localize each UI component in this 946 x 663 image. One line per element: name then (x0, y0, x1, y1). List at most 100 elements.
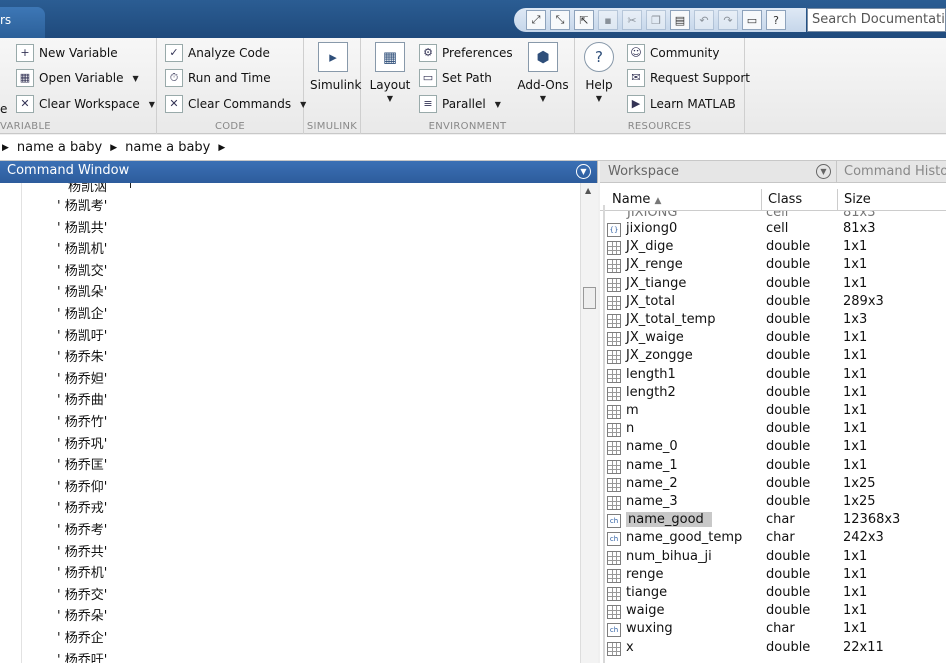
help-icon[interactable]: ? (766, 10, 786, 30)
output-line: ' 杨乔巩' (57, 436, 108, 452)
panel-actions-icon[interactable]: ▼ (576, 164, 591, 179)
column-divider[interactable] (761, 189, 762, 211)
chevron-right-icon[interactable]: ▶ (218, 143, 225, 153)
table-row[interactable]: name_2 double 1x25 (600, 476, 946, 494)
copy-icon[interactable]: ❐ (646, 10, 666, 30)
help-button[interactable]: ? Help ▼ (581, 42, 617, 103)
table-row[interactable]: name_0 double 1x1 (600, 439, 946, 457)
save-icon[interactable]: ▪ (598, 10, 618, 30)
variable-class: double (766, 475, 811, 491)
variable-size: 1x25 (843, 494, 876, 509)
matrix-icon (607, 423, 621, 438)
new-variable-button[interactable]: + New Variable (16, 44, 118, 62)
clipped-label: e (0, 102, 8, 116)
variable-size: 1x1 (843, 384, 868, 400)
export-icon[interactable]: ⇱ (574, 10, 594, 30)
search-documentation-input[interactable]: Search Documentation (807, 8, 946, 32)
output-line: ' 杨乔共' (57, 544, 108, 560)
community-button[interactable]: ☺ Community (627, 44, 719, 62)
undo-icon[interactable]: ↶ (694, 10, 714, 30)
output-line: ' 杨乔交' (57, 587, 108, 603)
table-row[interactable]: tiange double 1x1 (600, 585, 946, 603)
table-row[interactable]: m double 1x1 (600, 403, 946, 421)
paste-icon[interactable]: ▤ (670, 10, 690, 30)
table-row[interactable]: length2 double 1x1 (600, 385, 946, 403)
table-row[interactable]: {} jixiong0 cell 81x3 (600, 221, 946, 239)
table-row[interactable]: n double 1x1 (600, 421, 946, 439)
matrix-icon (607, 241, 621, 256)
gear-icon: ⚙ (419, 44, 437, 62)
table-row[interactable]: ch name_good_temp char 242x3 (600, 530, 946, 548)
simulink-button[interactable]: ▸ Simulink (310, 42, 361, 92)
command-window-scrollbar[interactable]: ▲ (580, 183, 598, 663)
variable-size: 22x11 (843, 639, 884, 655)
variable-name: x (626, 639, 634, 655)
clear-workspace-button[interactable]: ✕ Clear Workspace ▼ (16, 95, 155, 113)
table-row[interactable]: JX_waige double 1x1 (600, 330, 946, 348)
tab-workspace[interactable]: Workspace ▼ (600, 161, 837, 183)
table-row[interactable]: JX_total double 289x3 (600, 294, 946, 312)
table-row[interactable]: length1 double 1x1 (600, 367, 946, 385)
variable-name: JX_total (626, 293, 675, 309)
table-row[interactable]: ch name_good char 12368x3 (600, 512, 946, 530)
tab-plots[interactable]: rs (0, 7, 45, 38)
table-row[interactable]: renge double 1x1 (600, 567, 946, 585)
redo-icon[interactable]: ↷ (718, 10, 738, 30)
set-path-button[interactable]: ▭ Set Path (419, 69, 492, 87)
scrollbar-thumb[interactable] (583, 287, 596, 309)
table-row[interactable]: JX_dige double 1x1 (600, 239, 946, 257)
table-row[interactable]: x double 22x11 (600, 640, 946, 658)
variable-size: 1x1 (843, 621, 868, 637)
scroll-up-icon[interactable]: ▲ (585, 186, 591, 195)
dropdown-icon: ▼ (595, 94, 603, 103)
column-header-name[interactable]: Name ▲ (612, 192, 661, 207)
dropdown-icon: ▼ (494, 99, 501, 109)
analyze-code-button[interactable]: ✓ Analyze Code (165, 44, 270, 62)
output-line: ' 杨乔企' (57, 631, 108, 646)
text-cursor (130, 183, 131, 188)
table-row[interactable]: name_3 double 1x25 (600, 494, 946, 512)
splitter[interactable] (603, 205, 605, 663)
community-icon: ☺ (627, 44, 645, 62)
simulink-icon: ▸ (318, 42, 348, 72)
table-row[interactable]: JX_zongge double 1x1 (600, 348, 946, 366)
expand-icon[interactable]: ⤢ (526, 10, 546, 30)
output-line: ' 杨乔朵' (57, 609, 108, 625)
table-row[interactable]: JX_total_temp double 1x3 (600, 312, 946, 330)
column-header-class[interactable]: Class (768, 192, 802, 207)
tab-command-history[interactable]: Command History (838, 161, 946, 183)
variable-name: name_good_temp (626, 530, 743, 546)
open-variable-button[interactable]: ▦ Open Variable ▼ (16, 69, 139, 87)
table-row[interactable]: waige double 1x1 (600, 603, 946, 621)
run-and-time-button[interactable]: ⏱ Run and Time (165, 69, 271, 87)
collapse-icon[interactable]: ⤡ (550, 10, 570, 30)
add-ons-button[interactable]: ⬢ Add-Ons ▼ (515, 42, 571, 103)
column-header-size[interactable]: Size (844, 192, 871, 207)
panel-actions-icon[interactable]: ▼ (816, 164, 831, 179)
parallel-button[interactable]: ≡ Parallel ▼ (419, 95, 501, 113)
preferences-button[interactable]: ⚙ Preferences (419, 44, 513, 62)
switch-windows-icon[interactable]: ▭ (742, 10, 762, 30)
table-row[interactable]: name_1 double 1x1 (600, 458, 946, 476)
breadcrumb-item[interactable]: name a baby (125, 140, 210, 155)
toolstrip-tabbar: rs ⤢ ⤡ ⇱ ▪ ✂ ❐ ▤ ↶ ↷ ▭ ? Search Document… (0, 0, 946, 38)
table-row[interactable]: num_bihua_ji double 1x1 (600, 549, 946, 567)
column-divider[interactable] (837, 189, 838, 211)
clear-commands-button[interactable]: ✕ Clear Commands ▼ (165, 95, 306, 113)
add-ons-icon: ⬢ (528, 42, 558, 72)
layout-button[interactable]: ▦ Layout ▼ (367, 42, 413, 103)
toolstrip-ribbon: e + New Variable ▦ Open Variable ▼ ✕ Clea… (0, 38, 946, 134)
variable-name: JX_total_temp (626, 312, 716, 327)
learn-matlab-button[interactable]: ▶ Learn MATLAB (627, 95, 736, 113)
table-row[interactable]: JX_tiange double 1x1 (600, 276, 946, 294)
table-row[interactable]: ch wuxing char 1x1 (600, 621, 946, 639)
cut-icon[interactable]: ✂ (622, 10, 642, 30)
output-line: ' 杨凯共' (57, 220, 108, 236)
chevron-right-icon[interactable]: ▶ (110, 143, 117, 153)
variable-name: renge (626, 566, 664, 582)
command-window-output[interactable]: 杨凯汹 ' 杨凯考' ' 杨凯共' ' 杨凯机' ' 杨凯交' ' 杨凯朵' ' 杨凯企'… (0, 183, 580, 663)
request-support-button[interactable]: ✉ Request Support (627, 69, 750, 87)
breadcrumb-item[interactable]: name a baby (17, 140, 102, 155)
output-line: ' 杨凯考' (57, 199, 108, 214)
table-row[interactable]: JX_renge double 1x1 (600, 257, 946, 275)
